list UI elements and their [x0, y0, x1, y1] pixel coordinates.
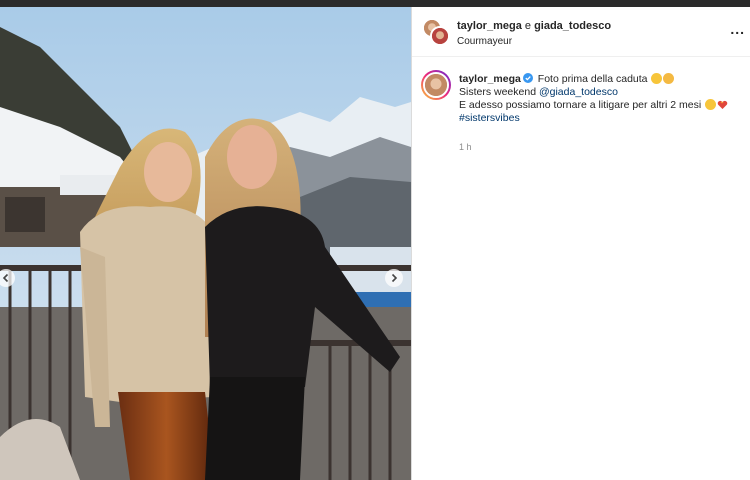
post-header: taylor_mega e giada_todesco Courmayeur .… [412, 7, 750, 57]
post-image [0, 7, 411, 480]
header-user-1[interactable]: taylor_mega [457, 20, 522, 32]
chevron-left-icon [2, 273, 9, 283]
burning-heart-emoji-icon [717, 100, 728, 109]
header-user-2[interactable]: giada_todesco [534, 20, 611, 32]
caption-line-2: Sisters weekend @giada_todesco [459, 86, 744, 99]
caption-line-1-text: Foto prima della caduta [537, 73, 648, 85]
more-options-icon[interactable]: ... [730, 21, 745, 37]
avatar-giada-todesco[interactable] [430, 26, 450, 46]
post-timestamp[interactable]: 1 h [459, 142, 472, 152]
browser-top-strip [0, 0, 750, 7]
caption-line-3: E adesso possiamo tornare a litigare per… [459, 99, 744, 112]
caption-line-4: #sistersvibes [459, 112, 744, 125]
smiling-emoji-icon [663, 73, 675, 84]
laughing-emoji-icon [705, 99, 717, 110]
mention-link[interactable]: @giada_todesco [539, 86, 618, 98]
caption-text: taylor_mega Foto prima della caduta Sist… [459, 73, 744, 125]
hashtag-link[interactable]: #sistersvibes [459, 112, 520, 124]
next-photo-button[interactable] [385, 269, 403, 287]
caption-username[interactable]: taylor_mega [459, 73, 521, 85]
verified-badge-icon [522, 73, 533, 83]
header-usernames: taylor_mega e giada_todesco [457, 20, 611, 32]
caption-avatar[interactable] [421, 70, 451, 100]
chevron-right-icon [391, 273, 398, 283]
post-photo[interactable] [0, 7, 411, 480]
caption-line-3-text: E adesso possiamo tornare a litigare per… [459, 99, 702, 111]
caption-line-1: taylor_mega Foto prima della caduta [459, 73, 744, 86]
header-connector: e [524, 20, 531, 32]
collab-avatars[interactable] [422, 18, 450, 46]
caption-line-2-text: Sisters weekend [459, 86, 537, 98]
location-link[interactable]: Courmayeur [457, 36, 512, 47]
post-side-panel: taylor_mega e giada_todesco Courmayeur .… [411, 7, 750, 480]
laughing-emoji-icon [651, 73, 663, 84]
